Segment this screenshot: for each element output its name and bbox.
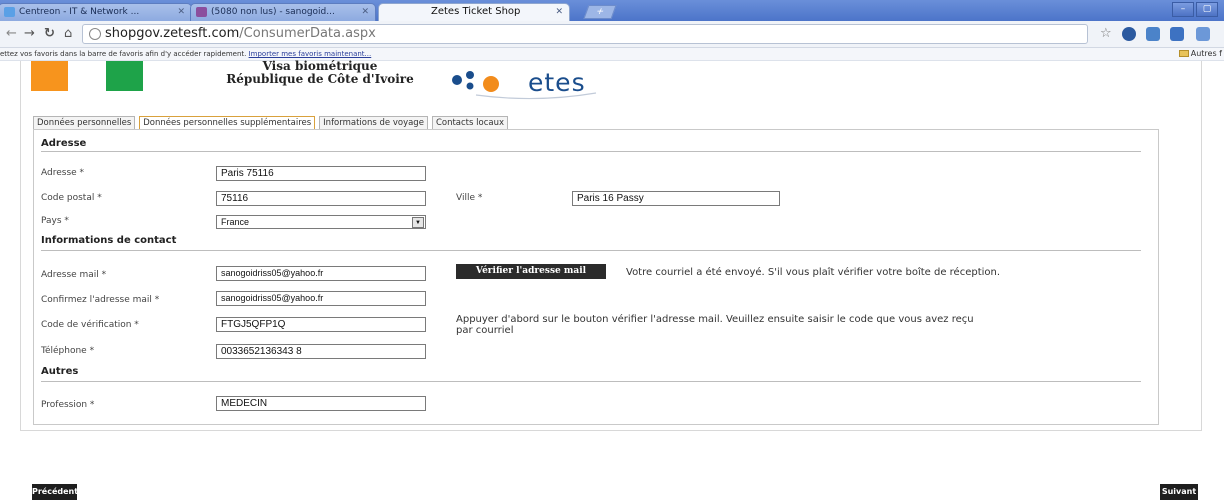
code-postal-label: Code postal * <box>41 193 102 203</box>
tab-informations-voyage[interactable]: Informations de voyage <box>319 116 428 130</box>
close-icon[interactable]: ✕ <box>555 4 563 20</box>
home-icon[interactable]: ⌂ <box>64 26 72 41</box>
pays-label: Pays * <box>41 216 69 226</box>
verification-code-input[interactable]: FTGJ5QFP1Q <box>216 317 426 332</box>
previous-button[interactable]: Précédent <box>32 484 78 500</box>
verification-hint-line1: Appuyer d'abord sur le bouton vérifier l… <box>456 314 974 325</box>
close-icon[interactable]: ✕ <box>177 4 185 20</box>
close-icon[interactable]: ✕ <box>361 4 369 20</box>
browser-toolbar: ← → ↻ ⌂ shopgov.zetesft.com/ConsumerData… <box>0 21 1224 48</box>
email-sent-message: Votre courriel a été envoyé. S'il vous p… <box>626 267 1001 278</box>
browser-tab-strip: Centreon - IT & Network ... ✕ (5080 non … <box>0 0 1224 21</box>
ivory-coast-flag <box>31 61 143 91</box>
page-info-icon[interactable] <box>89 28 101 40</box>
minimize-icon[interactable]: – <box>1172 2 1194 17</box>
star-icon[interactable]: ☆ <box>1100 26 1112 41</box>
email-label: Adresse mail * <box>41 270 107 280</box>
reload-icon[interactable]: ↻ <box>44 26 55 41</box>
bookmark-bar-message: ettez vos favoris dans la barre de favor… <box>0 50 247 58</box>
visa-title-line2: République de Côte d'Ivoire <box>226 72 414 86</box>
pays-select[interactable]: France ▼ <box>216 215 426 229</box>
ville-label: Ville * <box>456 193 483 203</box>
url-path: /ConsumerData.aspx <box>239 26 376 41</box>
folder-icon <box>1178 50 1189 57</box>
verification-hint-line2: par courriel <box>456 325 514 336</box>
telephone-input[interactable]: 0033652136343 8 <box>216 344 426 359</box>
browser-tab-title: (5080 non lus) - sanogoid... <box>211 7 335 17</box>
verify-email-button[interactable]: Vérifier l'adresse mail <box>456 264 606 279</box>
forward-icon[interactable]: → <box>24 26 35 41</box>
divider <box>41 381 1141 382</box>
back-icon[interactable]: ← <box>6 26 17 41</box>
browser-tab-zetes[interactable]: Zetes Ticket Shop ✕ <box>378 3 570 21</box>
mail-favicon-icon <box>196 7 207 17</box>
section-adresse-title: Adresse <box>41 138 87 149</box>
extension-icon[interactable] <box>1196 27 1210 41</box>
centreon-favicon-icon <box>4 7 15 17</box>
chevron-down-icon[interactable]: ▼ <box>412 217 424 228</box>
adresse-input[interactable]: Paris 75116 <box>216 166 426 181</box>
maximize-icon[interactable]: ▢ <box>1196 2 1218 17</box>
divider <box>41 151 1141 152</box>
address-bar[interactable]: shopgov.zetesft.com/ConsumerData.aspx <box>82 24 1088 44</box>
other-bookmarks[interactable]: Autres f <box>1178 48 1222 60</box>
extension-icon[interactable] <box>1170 27 1184 41</box>
bookmarks-bar: ettez vos favoris dans la barre de favor… <box>0 48 1224 61</box>
extension-icon[interactable] <box>1122 27 1136 41</box>
adresse-label: Adresse * <box>41 168 85 178</box>
profession-input[interactable]: MEDECIN <box>216 396 426 411</box>
next-button[interactable]: Suivant <box>1160 484 1198 500</box>
extension-icon[interactable] <box>1146 27 1160 41</box>
profession-label: Profession * <box>41 400 95 410</box>
email-confirm-label: Confirmez l'adresse mail * <box>41 295 160 305</box>
other-bookmarks-label: Autres f <box>1190 49 1222 58</box>
verification-hint: Appuyer d'abord sur le bouton vérifier l… <box>456 314 1156 336</box>
tab-contacts-locaux[interactable]: Contacts locaux <box>431 116 508 130</box>
url-domain: shopgov.zetesft.com <box>105 26 240 41</box>
tab-donnees-supplementaires[interactable]: Données personnelles supplémentaires <box>139 116 316 130</box>
form-tabs: Données personnelles Données personnelle… <box>33 116 512 130</box>
window-controls: – ▢ <box>1172 2 1218 18</box>
email-input[interactable]: sanogoidriss05@yahoo.fr <box>216 266 426 281</box>
pays-selected-value: France <box>221 217 250 227</box>
code-postal-input[interactable]: 75116 <box>216 191 426 206</box>
import-bookmarks-link[interactable]: Importer mes favoris maintenant... <box>249 50 372 58</box>
new-tab-button[interactable]: + <box>583 5 617 19</box>
telephone-label: Téléphone * <box>41 346 95 356</box>
divider <box>41 250 1141 251</box>
section-autres-title: Autres <box>41 366 79 377</box>
ville-input[interactable]: Paris 16 Passy <box>572 191 780 206</box>
email-confirm-input[interactable]: sanogoidriss05@yahoo.fr <box>216 291 426 306</box>
tab-donnees-personnelles[interactable]: Données personnelles <box>33 116 136 130</box>
logo-text: etes <box>528 68 586 97</box>
page-content: Visa biométrique République de Côte d'Iv… <box>0 60 1224 502</box>
section-contact-title: Informations de contact <box>41 235 177 246</box>
browser-tab-centreon[interactable]: Centreon - IT & Network ... ✕ <box>0 3 192 21</box>
browser-tab-title: Centreon - IT & Network ... <box>19 7 140 17</box>
browser-tab-title: Zetes Ticket Shop <box>431 6 521 17</box>
verification-code-label: Code de vérification * <box>41 320 139 330</box>
browser-tab-mail[interactable]: (5080 non lus) - sanogoid... ✕ <box>190 3 376 21</box>
visa-title: Visa biométrique République de Côte d'Iv… <box>205 60 435 86</box>
